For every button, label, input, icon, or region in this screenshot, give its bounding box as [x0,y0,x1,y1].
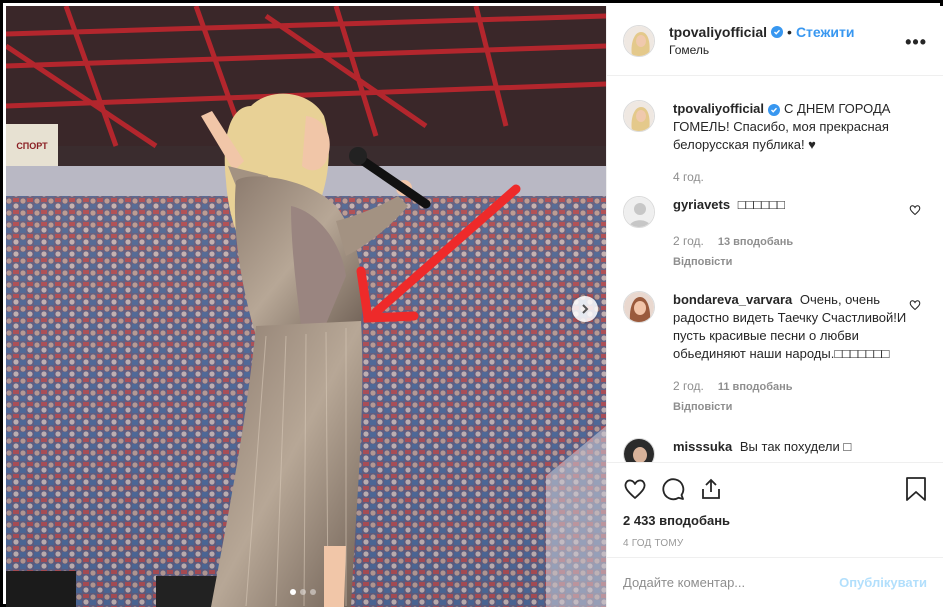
svg-text:СПОРТ: СПОРТ [16,141,48,151]
publish-button[interactable]: Опублікувати [839,575,927,590]
post-side-panel: tpovaliyofficial • Стежити Гомель ••• tp… [606,6,943,607]
comment-username[interactable]: misssuka [673,439,732,454]
comment-username[interactable]: bondareva_varvara [673,292,792,307]
post-photo[interactable]: СПОРТ [6,6,606,607]
follow-button[interactable]: Стежити [796,24,855,40]
comment-text: Вы так похудели □ [739,439,852,454]
avatar[interactable] [623,24,655,57]
share-icon[interactable] [699,477,723,501]
user-avatar-image [624,292,654,322]
reply-button[interactable]: Відповісти [673,253,907,271]
carousel-dot [300,589,306,595]
caption: tpovaliyofficial С ДНЕМ ГОРОДА ГОМЕЛЬ! Сп… [623,100,927,186]
comment-text: □□□□□□ [737,197,785,212]
comment-time[interactable]: 2 год. [673,232,704,250]
window-frame: СПОРТ tpovaliyofficial • Стежити Гомель … [0,0,943,607]
separator-dot: • [787,24,792,40]
comment-likes[interactable]: 11 вподобань [718,378,793,396]
comment-username[interactable]: gyriavets [673,197,730,212]
user-avatar-image [624,439,654,462]
post-author-username[interactable]: tpovaliyofficial [669,24,767,40]
avatar[interactable] [623,100,655,132]
add-comment-bar: Додайте коментар... Опублікувати [607,557,943,607]
next-photo-button[interactable] [572,296,598,322]
verified-badge-icon [771,26,784,38]
carousel-dot [310,589,316,595]
chevron-right-icon [582,304,589,314]
heart-icon[interactable] [909,299,921,311]
user-avatar-image [624,25,654,56]
concert-photo-illustration: СПОРТ [6,6,606,607]
caption-username[interactable]: tpovaliyofficial [673,101,764,116]
post-time-ago[interactable]: 4 ГОД ТОМУ [623,538,927,549]
avatar[interactable] [623,291,655,323]
avatar[interactable] [623,438,655,462]
list-item: bondareva_varvara Очень, очень радостно … [623,291,927,416]
user-avatar-image [624,101,654,131]
default-avatar-image [624,197,654,227]
comment-input[interactable]: Додайте коментар... [623,575,839,590]
more-options-icon[interactable]: ••• [905,32,927,53]
carousel-dots [290,589,316,595]
post-location[interactable]: Гомель [669,43,855,57]
comment-time[interactable]: 2 год. [673,377,704,395]
verified-badge-icon [768,104,781,116]
heart-icon[interactable] [909,204,921,216]
post-header: tpovaliyofficial • Стежити Гомель ••• [607,6,943,76]
likes-count[interactable]: 2 433 вподобань [623,513,927,528]
reply-button[interactable]: Відповісти [673,398,907,416]
comment-likes[interactable]: 13 вподобань [718,233,793,251]
list-item: misssuka Вы так похудели □ [623,438,927,462]
avatar[interactable] [623,196,655,228]
list-item: gyriavets □□□□□□ 2 год. 13 вподобань Від… [623,196,927,271]
comment-bubble-icon[interactable] [661,477,685,501]
carousel-dot-active [290,589,296,595]
bookmark-icon[interactable] [905,477,927,501]
comments-list[interactable]: tpovaliyofficial С ДНЕМ ГОРОДА ГОМЕЛЬ! Сп… [607,76,943,462]
post-actions: 2 433 вподобань 4 ГОД ТОМУ Додайте комен… [607,462,943,607]
like-heart-icon[interactable] [623,477,647,501]
caption-time[interactable]: 4 год. [673,168,704,186]
